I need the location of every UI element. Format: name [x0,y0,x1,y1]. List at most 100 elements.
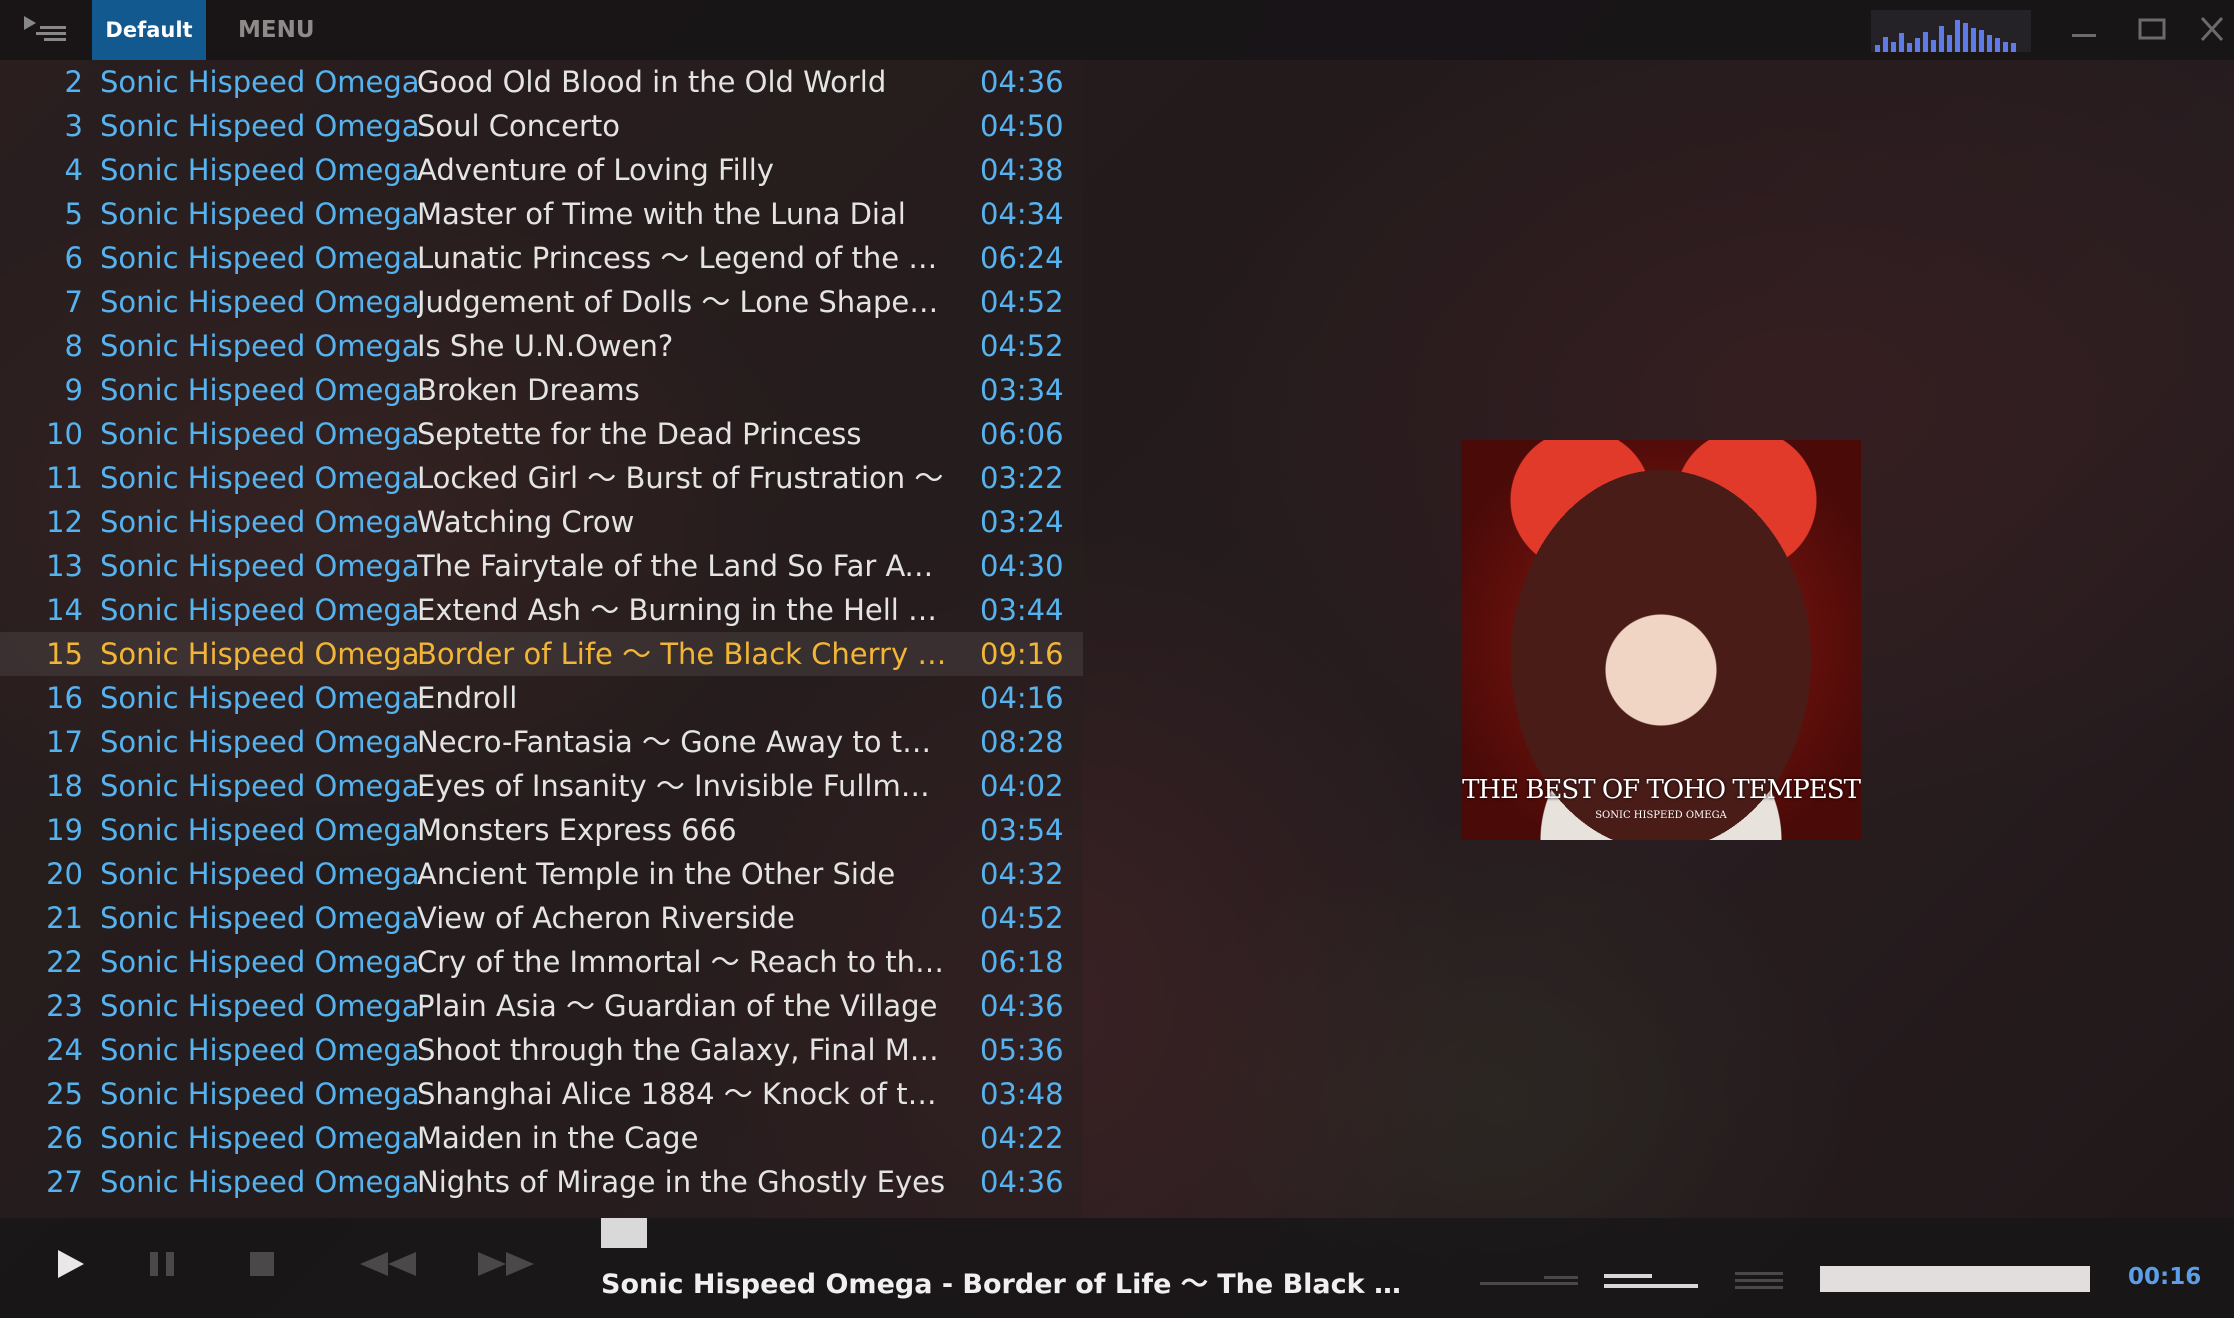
playlist-row[interactable]: 25 Sonic Hispeed Omega Shanghai Alice 1884… [0,1072,1083,1116]
playlist-row[interactable]: 24 Sonic Hispeed Omega Shoot through the G… [0,1028,1083,1072]
track-artist: Sonic Hispeed Omega [100,241,420,275]
playlist-row[interactable]: 16 Sonic Hispeed Omega Endroll 04:16 [0,676,1083,720]
track-number: 5 [64,197,83,231]
playlist-row[interactable]: 17 Sonic Hispeed Omega Necro-Fantasia 〜 Go… [0,720,1083,764]
playlist-row[interactable]: 3 Sonic Hispeed Omega Soul Concerto 04:50 [0,104,1083,148]
track-duration: 04:52 [980,901,1064,935]
track-title: Shanghai Alice 1884 〜 Knock of the ... [417,1077,947,1111]
track-number: 19 [46,813,83,847]
track-title: Is She U.N.Owen? [417,329,674,363]
tab-menu[interactable]: MENU [220,0,333,60]
track-artist: Sonic Hispeed Omega [100,1121,420,1155]
track-artist: Sonic Hispeed Omega [100,197,420,231]
track-number: 22 [46,945,83,979]
track-number: 9 [64,373,83,407]
track-number: 10 [46,417,83,451]
playlist-row[interactable]: 12 Sonic Hispeed Omega Watching Crow 03:24 [0,500,1083,544]
playlist: 2 Sonic Hispeed Omega Good Old Blood in th… [0,60,1083,1218]
track-title: View of Acheron Riverside [417,901,795,935]
playlist-row[interactable]: 18 Sonic Hispeed Omega Eyes of Insanity 〜 … [0,764,1083,808]
title-bar: Default MENU [0,0,2234,60]
track-duration: 06:06 [980,417,1064,451]
playlist-row[interactable]: 7 Sonic Hispeed Omega Judgement of Dolls 〜… [0,280,1083,324]
track-number: 3 [64,109,83,143]
tab-default[interactable]: Default [92,0,206,60]
track-title: Septette for the Dead Princess [417,417,862,451]
track-number: 25 [46,1077,83,1111]
track-number: 13 [46,549,83,583]
track-title: Adventure of Loving Filly [417,153,774,187]
spectrum-bar [1899,33,1904,52]
track-number: 12 [46,505,83,539]
track-artist: Sonic Hispeed Omega [100,109,420,143]
track-duration: 04:38 [980,153,1064,187]
track-title: Monsters Express 666 [417,813,737,847]
playlist-row[interactable]: 20 Sonic Hispeed Omega Ancient Temple in t… [0,852,1083,896]
playlist-row[interactable]: 21 Sonic Hispeed Omega View of Acheron Riv… [0,896,1083,940]
playlist-row-now-playing[interactable]: 15 Sonic Hispeed Omega Border of Life 〜 Th… [0,632,1083,676]
spectrum-bar [2003,42,2008,52]
volume-level-high-icon[interactable] [1733,1266,1785,1292]
playlist-row[interactable]: 4 Sonic Hispeed Omega Adventure of Loving … [0,148,1083,192]
track-artist: Sonic Hispeed Omega [100,1033,420,1067]
minimize-icon[interactable] [2064,12,2104,48]
track-artist: Sonic Hispeed Omega [100,65,420,99]
pause-icon[interactable] [148,1250,178,1278]
track-duration: 03:34 [980,373,1064,407]
next-icon[interactable] [476,1250,536,1278]
now-playing-text: Sonic Hispeed Omega - Border of Life 〜 T… [601,1269,1411,1300]
playlist-row[interactable]: 10 Sonic Hispeed Omega Septette for the De… [0,412,1083,456]
playlist-row[interactable]: 23 Sonic Hispeed Omega Plain Asia 〜 Guardi… [0,984,1083,1028]
playlist-row[interactable]: 14 Sonic Hispeed Omega Extend Ash 〜 Burnin… [0,588,1083,632]
spectrum-bar [1963,23,1968,52]
elapsed-time: 00:16 [2128,1264,2202,1290]
playlist-scroll-handle[interactable] [601,1218,647,1248]
playlist-row[interactable]: 5 Sonic Hispeed Omega Master of Time with … [0,192,1083,236]
track-title: Plain Asia 〜 Guardian of the Village [417,989,938,1023]
track-artist: Sonic Hispeed Omega [100,285,420,319]
previous-icon[interactable] [358,1250,418,1278]
playlist-row[interactable]: 8 Sonic Hispeed Omega Is She U.N.Owen? 04:5… [0,324,1083,368]
spectrum-bar [1987,35,1992,52]
playlist-row[interactable]: 2 Sonic Hispeed Omega Good Old Blood in th… [0,60,1083,104]
close-icon[interactable] [2192,12,2232,48]
volume-level-mid-icon[interactable] [1602,1266,1700,1292]
track-duration: 06:18 [980,945,1064,979]
track-duration: 05:36 [980,1033,1064,1067]
playlist-row[interactable]: 19 Sonic Hispeed Omega Monsters Express 66… [0,808,1083,852]
track-title: Locked Girl 〜 Burst of Frustration 〜 [417,461,944,495]
playlist-row[interactable]: 6 Sonic Hispeed Omega Lunatic Princess 〜 L… [0,236,1083,280]
track-number: 17 [46,725,83,759]
playlist-row[interactable]: 22 Sonic Hispeed Omega Cry of the Immortal… [0,940,1083,984]
spectrum-bar [1955,20,1960,52]
playlist-row[interactable]: 26 Sonic Hispeed Omega Maiden in the Cage 0… [0,1116,1083,1160]
playlist-row[interactable]: 27 Sonic Hispeed Omega Nights of Mirage in… [0,1160,1083,1204]
seek-bar[interactable] [1820,1266,2090,1292]
track-number: 2 [64,65,83,99]
track-duration: 04:36 [980,989,1064,1023]
spectrum-bar [1915,38,1920,52]
playlist-row[interactable]: 9 Sonic Hispeed Omega Broken Dreams 03:34 [0,368,1083,412]
play-icon[interactable] [54,1248,88,1280]
track-title: The Fairytale of the Land So Far Away [417,549,947,583]
track-duration: 08:28 [980,725,1064,759]
track-duration: 06:24 [980,241,1064,275]
playlist-menu-icon[interactable] [22,14,68,46]
playlist-row[interactable]: 11 Sonic Hispeed Omega Locked Girl 〜 Burst… [0,456,1083,500]
track-title: Broken Dreams [417,373,640,407]
track-duration: 04:22 [980,1121,1064,1155]
track-artist: Sonic Hispeed Omega [100,593,420,627]
spectrum-bar [1947,35,1952,52]
track-artist: Sonic Hispeed Omega [100,637,420,671]
track-duration: 03:54 [980,813,1064,847]
track-duration: 04:50 [980,109,1064,143]
track-duration: 03:48 [980,1077,1064,1111]
track-number: 20 [46,857,83,891]
stop-icon[interactable] [248,1250,276,1278]
playlist-row[interactable]: 13 Sonic Hispeed Omega The Fairytale of th… [0,544,1083,588]
track-number: 6 [64,241,83,275]
volume-level-low-icon[interactable] [1478,1266,1580,1292]
maximize-icon[interactable] [2132,12,2172,48]
track-artist: Sonic Hispeed Omega [100,1077,420,1111]
track-duration: 04:36 [980,1165,1064,1199]
